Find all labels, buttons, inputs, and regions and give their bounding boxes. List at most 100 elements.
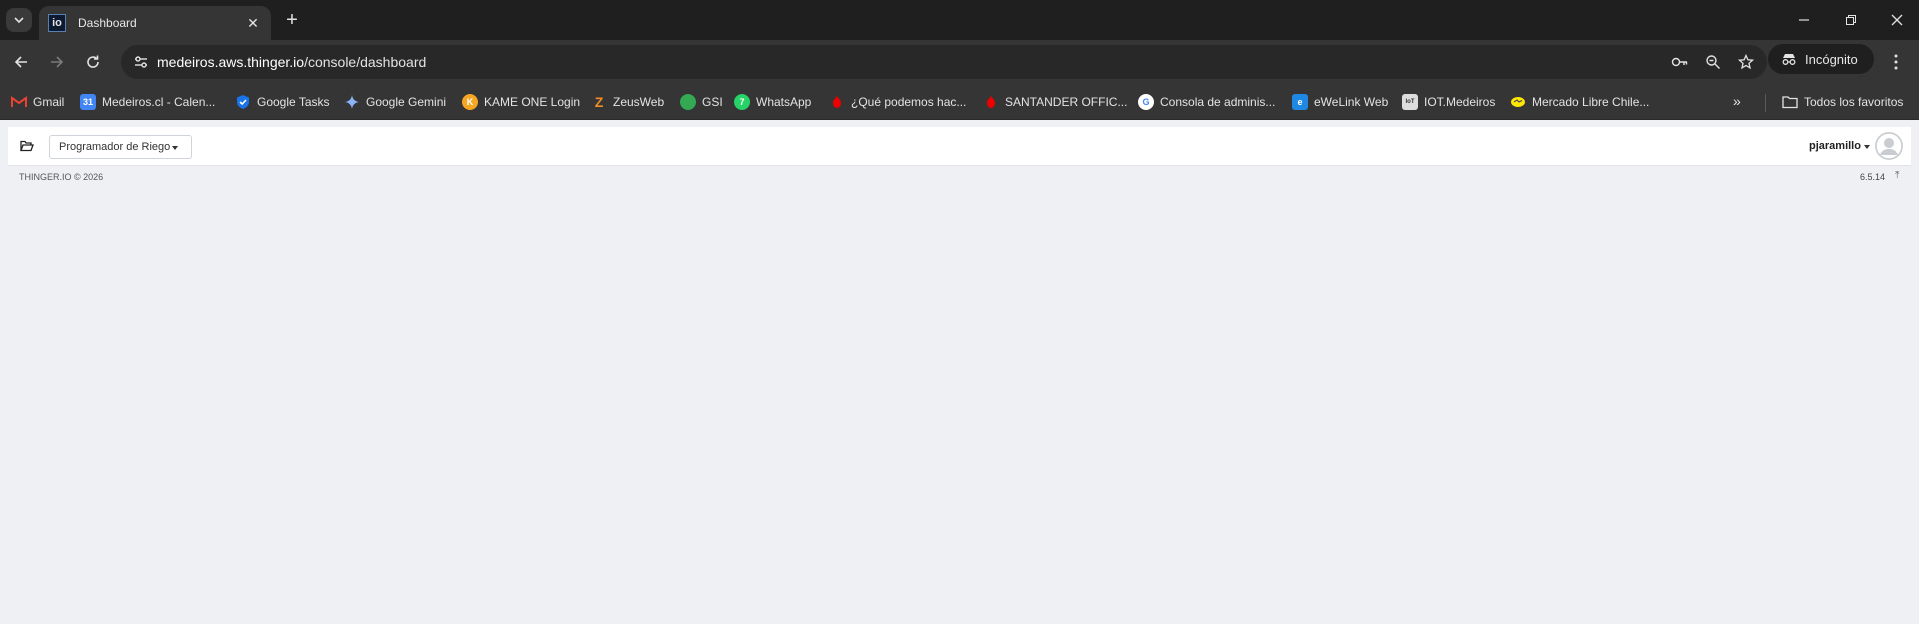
bookmark-google-tasks[interactable]: Google Tasks [235,91,330,113]
bookmark-que-podemos[interactable]: ¿Qué podemos hac... [829,91,966,113]
bookmark-label: GSI [702,95,723,109]
bookmark-consola-admin[interactable]: G Consola de adminis... [1138,91,1275,113]
bookmark-label: Google Tasks [257,95,330,109]
bookmark-label: ZeusWeb [613,95,665,109]
restore-button[interactable] [1838,8,1864,32]
bookmark-label: Google Gemini [366,95,447,109]
bookmark-ewelink[interactable]: e eWeLink Web [1292,91,1388,113]
bookmark-label: Consola de adminis... [1160,95,1276,109]
new-tab-button[interactable]: + [281,9,303,31]
bookmark-label: Gmail [33,95,65,109]
chevron-down-icon [14,17,24,24]
user-name: pjaramillo [1809,140,1861,152]
url-path: /console/dashboard [304,54,427,70]
bookmark-iot-medeiros[interactable]: IoT IOT.Medeiros [1402,91,1495,113]
incognito-indicator[interactable]: Incógnito [1768,44,1874,74]
user-menu[interactable]: pjaramillo [1809,140,1861,152]
app-header: Programador de Riego pjaramillo [8,127,1911,166]
tasks-icon [235,94,251,110]
bookmarks-divider [1765,94,1766,112]
gsi-icon [680,94,696,110]
minimize-icon [1799,19,1809,21]
bookmark-label: WhatsApp [756,95,812,109]
scroll-top-icon[interactable]: ⤒ [1895,170,1899,181]
tune-icon [135,56,147,68]
tab-title: Dashboard [78,16,137,30]
avatar[interactable] [1875,132,1903,160]
tab-close-icon[interactable]: ✕ [245,15,261,32]
bookmark-mercado-libre[interactable]: Mercado Libre Chile... [1510,91,1649,113]
bookmarks-bar: Gmail 31 Medeiros.cl - Calen... Google T… [0,84,1919,120]
zoom-icon [1706,55,1720,69]
minimize-button[interactable] [1791,8,1817,32]
thinger-favicon-icon: io [48,14,66,32]
bookmark-whatsapp[interactable]: 7 WhatsApp [734,91,811,113]
forward-button[interactable] [45,50,69,74]
close-window-button[interactable] [1884,8,1910,32]
open-folder-button[interactable] [18,138,36,154]
copyright-text: THINGER.IO © 2026 [19,172,104,182]
url-text: medeiros.aws.thinger.io/console/dashboar… [157,54,426,70]
address-bar[interactable]: medeiros.aws.thinger.io/console/dashboar… [121,45,1767,79]
santander-icon [829,94,845,110]
calendar-icon: 31 [80,94,96,110]
iot-icon: IoT [1402,94,1418,110]
bookmark-label: KAME ONE Login [484,95,581,109]
dashboard-select-value: Programador de Riego [59,141,171,153]
google-icon: G [1138,94,1154,110]
zoom-button[interactable] [1701,50,1725,74]
bookmark-label: Medeiros.cl - Calen... [102,95,216,109]
bookmark-gsi[interactable]: GSI [680,91,723,113]
back-button[interactable] [9,50,33,74]
mercadolibre-icon [1510,94,1526,110]
ewelink-icon: e [1292,94,1308,110]
gemini-icon [344,94,360,110]
password-key-button[interactable] [1668,50,1692,74]
bookmark-kame-one[interactable]: K KAME ONE Login [462,91,580,113]
reload-icon [87,55,99,68]
close-icon [1891,14,1903,26]
more-bookmarks-button[interactable]: » [1733,93,1741,109]
caret-down-icon [172,146,178,150]
whatsapp-icon: 7 [734,94,750,110]
all-bookmarks-label: Todos los favoritos [1804,95,1904,109]
bookmark-label: SANTANDER OFFIC... [1005,95,1128,109]
reload-button[interactable] [81,50,105,74]
zeus-icon: Z [594,94,604,110]
browser-tab-strip: io Dashboard ✕ + [0,0,1919,40]
tab-search-button[interactable] [6,8,32,32]
arrow-left-icon [14,56,27,68]
user-avatar-icon [1875,132,1903,160]
bookmark-zeusweb[interactable]: Z ZeusWeb [591,91,664,113]
bookmark-google-gemini[interactable]: Google Gemini [344,91,446,113]
bookmark-label: Mercado Libre Chile... [1532,95,1650,109]
folder-icon [1782,94,1798,110]
version-text: 6.5.14 [1860,172,1886,182]
incognito-icon [1782,54,1796,65]
browser-menu-button[interactable] [1884,50,1908,74]
app-footer: THINGER.IO © 2026 6.5.14 ⤒ [8,166,1911,188]
bookmark-label: eWeLink Web [1314,95,1389,109]
url-host: medeiros.aws.thinger.io [157,54,305,70]
gmail-icon [11,94,27,110]
star-icon [1738,54,1754,70]
browser-toolbar: medeiros.aws.thinger.io/console/dashboar… [0,40,1919,84]
page-content: Programador de Riego pjaramillo THINGER.… [0,120,1919,624]
caret-down-icon [1864,145,1870,149]
dashboard-select[interactable]: Programador de Riego [49,135,192,159]
santander-icon [983,94,999,110]
kame-icon: K [462,94,478,110]
restore-icon [1846,15,1856,25]
incognito-label: Incógnito [1805,51,1858,67]
bookmark-star-button[interactable] [1734,50,1758,74]
folder-open-icon [20,140,34,152]
bookmark-santander-office[interactable]: SANTANDER OFFIC... [983,91,1127,113]
tab-dashboard[interactable]: io Dashboard ✕ [39,6,271,40]
more-vert-icon [1894,54,1898,70]
bookmark-calendar[interactable]: 31 Medeiros.cl - Calen... [80,91,215,113]
key-icon [1671,57,1688,67]
all-bookmarks-folder[interactable]: Todos los favoritos [1782,91,1903,113]
bookmark-gmail[interactable]: Gmail [11,91,64,113]
site-info-button[interactable] [129,50,153,74]
arrow-right-icon [51,56,64,68]
